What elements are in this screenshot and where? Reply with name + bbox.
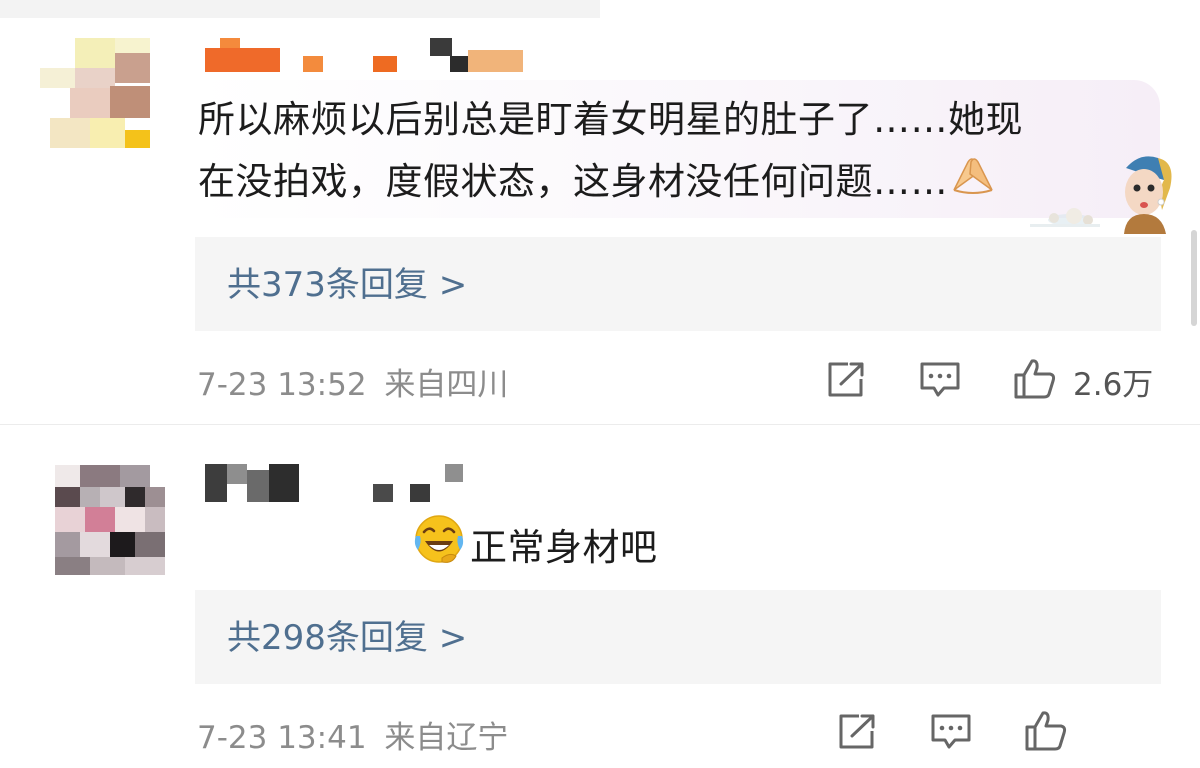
username[interactable] <box>205 38 525 78</box>
thumbs-up-icon[interactable] <box>1024 710 1068 756</box>
clasping-hands-icon <box>948 152 998 216</box>
like-count: 2.6万 <box>1073 367 1154 403</box>
comment-text: 正常身材吧 <box>412 512 658 586</box>
replies-box[interactable]: 共373条回复 > <box>195 237 1161 331</box>
comment-meta: 7-23 13:41 来自辽宁 <box>197 712 508 757</box>
laughing-crying-icon <box>412 512 466 586</box>
comment-icon[interactable] <box>919 361 961 403</box>
comment-text-line2: 在没拍戏，度假状态，这身材没任何问题…… <box>198 150 998 216</box>
thumbs-up-icon[interactable] <box>1013 358 1057 404</box>
comment-location: 来自辽宁 <box>384 720 509 756</box>
scrollbar[interactable] <box>1191 230 1197 326</box>
comment-meta: 7-23 13:52 来自四川 <box>197 359 508 404</box>
comment-location: 来自四川 <box>384 367 509 403</box>
comment-text-body: 正常身材吧 <box>470 525 658 569</box>
avatar[interactable] <box>55 465 165 575</box>
avatar[interactable] <box>40 38 150 148</box>
top-separator <box>0 0 600 18</box>
replies-box[interactable]: 共298条回复 > <box>195 590 1161 684</box>
share-icon[interactable] <box>837 713 877 755</box>
comment-date: 7-23 13:41 <box>197 720 367 756</box>
comment-date: 7-23 13:52 <box>197 367 367 403</box>
comment-divider <box>0 424 1200 425</box>
comment-text-line2-body: 在没拍戏，度假状态，这身材没任何问题…… <box>198 160 948 203</box>
view-replies-link[interactable]: 共298条回复 > <box>227 614 467 662</box>
comment-icon[interactable] <box>930 713 972 755</box>
username[interactable] <box>205 462 475 502</box>
share-icon[interactable] <box>826 361 866 403</box>
comment-text-line1: 所以麻烦以后别总是盯着女明星的肚子了……她现 <box>198 98 1023 141</box>
view-replies-link[interactable]: 共373条回复 > <box>227 261 467 309</box>
girl-with-pearl-earring-sticker <box>1030 150 1190 234</box>
